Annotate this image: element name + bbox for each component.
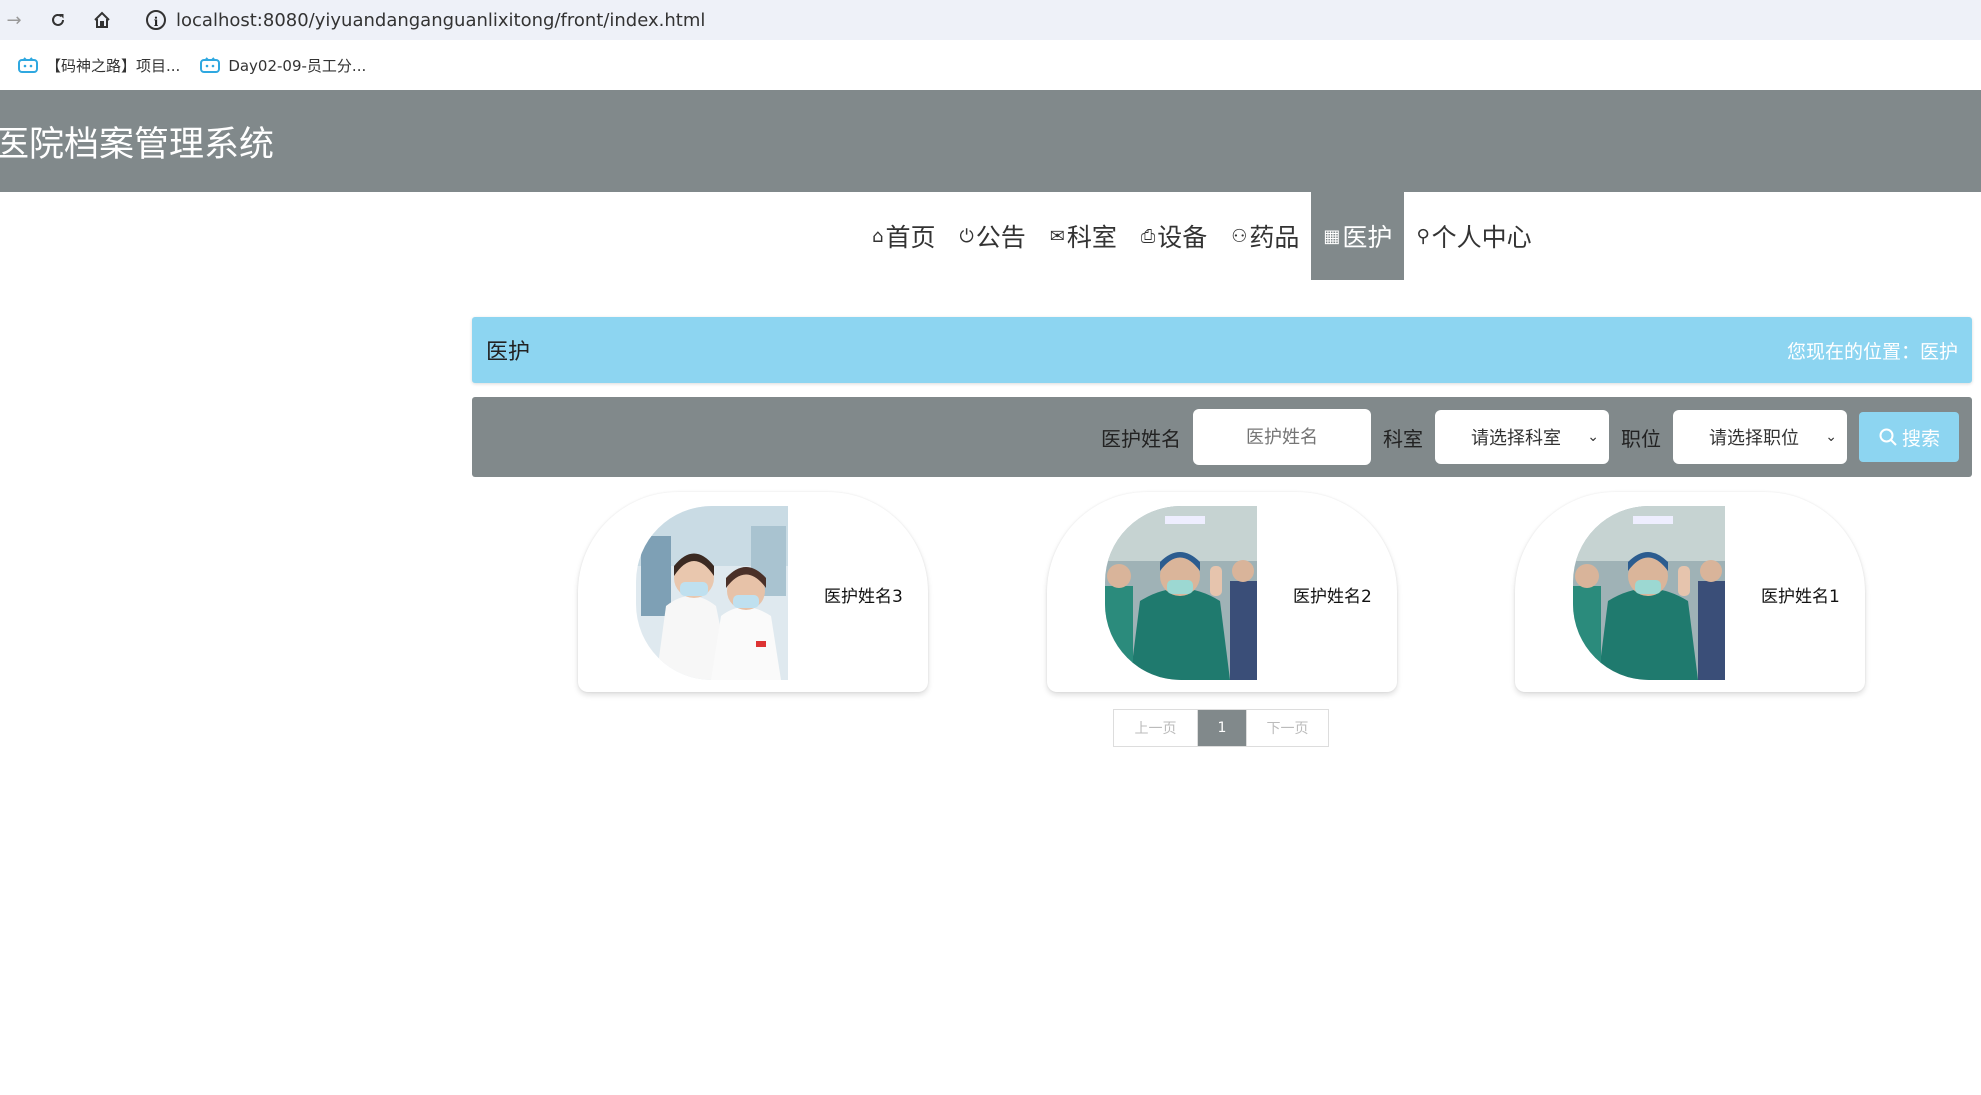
forward-icon[interactable]: → (0, 6, 28, 34)
user-icon: ⚲ (1416, 225, 1430, 247)
department-select[interactable]: 请选择科室 ⌄ (1435, 410, 1609, 464)
position-select-value: 请选择职位 (1709, 428, 1799, 449)
search-button-label: 搜索 (1901, 427, 1940, 450)
name-search-input[interactable] (1193, 409, 1371, 465)
app-title: 医院档案管理系统 (0, 124, 275, 165)
position-label: 职位 (1621, 426, 1661, 451)
nav-item-department[interactable]: ✉ 科室 (1038, 192, 1129, 280)
name-label: 医护姓名 (1101, 426, 1181, 451)
bookmarks-bar: 【码神之路】项目... Day02-09-员工分... (0, 40, 1981, 90)
prev-page-button[interactable]: 上一页 (1114, 710, 1198, 746)
bookmark-item[interactable]: Day02-09-员工分... (200, 55, 366, 76)
staff-photo (1573, 506, 1725, 680)
search-bar: 医护姓名 科室 请选择科室 ⌄ 职位 请选择职位 ⌄ 搜索 (472, 397, 1972, 477)
staff-name: 医护姓名1 (1761, 587, 1840, 607)
nav-label: 科室 (1066, 223, 1117, 252)
nav-item-medical-staff[interactable]: ▦ 医护 (1311, 192, 1405, 280)
nav-item-equipment[interactable]: ⎙ 设备 (1129, 192, 1219, 280)
department-select-value: 请选择科室 (1471, 428, 1561, 449)
staff-photo (636, 506, 788, 680)
app-header: 医院档案管理系统 (0, 90, 1981, 192)
bookmark-item[interactable]: 【码神之路】项目... (18, 55, 180, 76)
bookmark-label: Day02-09-员工分... (228, 56, 367, 75)
chevron-down-icon: ⌄ (1825, 429, 1837, 445)
chevron-down-icon: ⌄ (1587, 429, 1599, 445)
staff-name: 医护姓名3 (824, 587, 903, 607)
home-icon: ⌂ (872, 225, 884, 247)
home-icon[interactable] (88, 6, 116, 34)
nav-item-medicine[interactable]: ⚇ 药品 (1219, 192, 1311, 280)
nav-label: 医护 (1342, 223, 1393, 252)
nav-label: 首页 (885, 223, 936, 252)
staff-card[interactable]: 医护姓名3 (578, 492, 928, 692)
bilibili-icon (200, 57, 221, 73)
search-button[interactable]: 搜索 (1859, 412, 1959, 462)
breadcrumb-location: 您现在的位置：医护 (1786, 340, 1958, 363)
main-nav: ⌂ 首页 ⏻ 公告 ✉ 科室 ⎙ 设备 ⚇ 药品 ▦ 医护 ⚲ 个人中心 (860, 192, 1544, 280)
position-select[interactable]: 请选择职位 ⌄ (1673, 410, 1847, 464)
nav-item-personal-center[interactable]: ⚲ 个人中心 (1404, 192, 1543, 280)
browser-address-bar: → i localhost:8080/yiyuandanganguanlixit… (0, 0, 1981, 40)
grid-icon: ▦ (1323, 225, 1341, 247)
bilibili-icon (18, 57, 38, 73)
nav-item-home[interactable]: ⌂ 首页 (860, 192, 947, 280)
mail-icon: ✉ (1049, 225, 1065, 247)
department-label: 科室 (1383, 426, 1423, 451)
nav-label: 公告 (975, 223, 1026, 252)
current-page-button[interactable]: 1 (1198, 710, 1246, 746)
nav-label: 个人中心 (1431, 223, 1532, 252)
url-text: localhost:8080/yiyuandanganguanlixitong/… (176, 9, 706, 31)
nav-label: 药品 (1249, 223, 1300, 252)
nav-item-announcement[interactable]: ⏻ 公告 (947, 192, 1037, 280)
nav-label: 设备 (1157, 223, 1208, 252)
breadcrumb-bar: 医护 您现在的位置：医护 (472, 317, 1972, 383)
page-title: 医护 (486, 340, 531, 365)
next-page-button[interactable]: 下一页 (1246, 710, 1328, 746)
site-info-icon[interactable]: i (146, 10, 166, 30)
search-icon (1879, 428, 1897, 446)
url-field[interactable]: i localhost:8080/yiyuandanganguanlixiton… (135, 2, 1981, 38)
face-icon: ⚇ (1231, 225, 1248, 247)
bookmark-label: 【码神之路】项目... (46, 56, 181, 75)
staff-card[interactable]: 医护姓名2 (1047, 492, 1397, 692)
power-icon: ⏻ (959, 225, 974, 247)
printer-icon: ⎙ (1140, 225, 1156, 247)
staff-name: 医护姓名2 (1293, 587, 1372, 607)
pagination: 上一页 1 下一页 (1113, 709, 1329, 747)
reload-icon[interactable] (44, 6, 72, 34)
staff-photo (1105, 506, 1257, 680)
staff-card[interactable]: 医护姓名1 (1515, 492, 1865, 692)
